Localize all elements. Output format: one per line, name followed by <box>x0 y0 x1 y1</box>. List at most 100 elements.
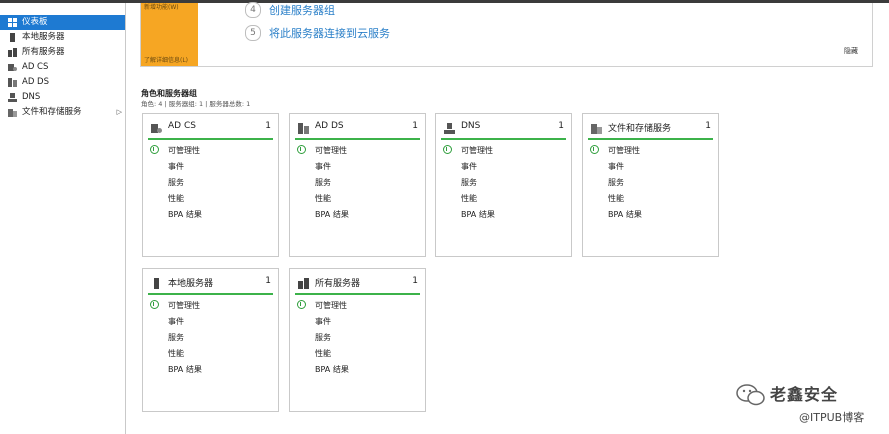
tile-row-manageability[interactable]: 可管理性 <box>315 300 347 311</box>
servers-icon <box>298 278 309 289</box>
tile-title: AD DS <box>315 121 344 131</box>
tile-count: 1 <box>412 121 418 131</box>
tile-row-events[interactable]: 事件 <box>608 161 624 172</box>
servers-icon <box>8 48 17 57</box>
ok-status-icon <box>150 300 159 309</box>
role-tile-all-servers[interactable]: 所有服务器 1 可管理性 事件 服务 性能 BPA 结果 <box>289 268 426 412</box>
tile-row-events[interactable]: 事件 <box>168 316 184 327</box>
tile-row-services[interactable]: 服务 <box>315 177 331 188</box>
tile-row-manageability[interactable]: 可管理性 <box>168 300 200 311</box>
tile-row-performance[interactable]: 性能 <box>608 193 624 204</box>
tile-title: 文件和存储服务 <box>608 124 672 134</box>
status-bar <box>295 138 420 140</box>
tile-count: 1 <box>558 121 564 131</box>
tile-row-manageability[interactable]: 可管理性 <box>461 145 493 156</box>
tile-row-performance[interactable]: 性能 <box>315 193 331 204</box>
step-connect-cloud[interactable]: 5 将此服务器连接到云服务 <box>245 25 390 43</box>
tile-row-bpa[interactable]: BPA 结果 <box>315 364 349 375</box>
tile-row-performance[interactable]: 性能 <box>315 348 331 359</box>
step-label: 创建服务器组 <box>269 4 335 17</box>
sidebar-item-label: 仪表板 <box>22 17 48 27</box>
hide-link[interactable]: 隐藏 <box>844 46 858 56</box>
step-create-server-group[interactable]: 4 创建服务器组 <box>245 2 335 20</box>
adds-icon <box>298 123 309 134</box>
step-number: 5 <box>245 25 261 41</box>
tile-row-events[interactable]: 事件 <box>315 316 331 327</box>
ok-status-icon <box>443 145 452 154</box>
sidebar-item-all-servers[interactable]: 所有服务器 <box>0 45 125 60</box>
sidebar-item-label: 文件和存储服务 <box>22 107 82 117</box>
status-bar <box>148 293 273 295</box>
main-content: 新增功能(W) 了解详细信息(L) 4 创建服务器组 5 将此服务器连接到云服务 隐… <box>127 2 889 434</box>
tile-title: DNS <box>461 121 481 131</box>
adcs-icon <box>151 124 162 133</box>
tile-row-bpa[interactable]: BPA 结果 <box>315 209 349 220</box>
step-number: 4 <box>245 2 261 18</box>
ok-status-icon <box>150 145 159 154</box>
dashboard-icon <box>8 18 17 27</box>
status-bar <box>588 138 713 140</box>
tile-row-manageability[interactable]: 可管理性 <box>315 145 347 156</box>
watermark-brand: 老鑫安全 <box>770 385 839 404</box>
tile-row-events[interactable]: 事件 <box>315 161 331 172</box>
whats-new-panel: 新增功能(W) 了解详细信息(L) <box>141 3 198 66</box>
sidebar-item-adcs[interactable]: AD CS <box>0 60 125 75</box>
expand-arrow-icon[interactable]: ▷ <box>117 105 122 120</box>
ok-status-icon <box>297 300 306 309</box>
tile-row-services[interactable]: 服务 <box>608 177 624 188</box>
status-bar <box>295 293 420 295</box>
file-storage-icon <box>591 124 602 134</box>
tile-row-bpa[interactable]: BPA 结果 <box>168 364 202 375</box>
tile-count: 1 <box>265 121 271 131</box>
role-tile-adds[interactable]: AD DS 1 可管理性 事件 服务 性能 BPA 结果 <box>289 113 426 257</box>
step-label: 将此服务器连接到云服务 <box>269 27 390 40</box>
tile-row-services[interactable]: 服务 <box>461 177 477 188</box>
tile-row-services[interactable]: 服务 <box>168 177 184 188</box>
tile-row-events[interactable]: 事件 <box>461 161 477 172</box>
tile-row-bpa[interactable]: BPA 结果 <box>608 209 642 220</box>
learn-more-link[interactable]: 了解详细信息(L) <box>144 55 188 64</box>
tile-title: 本地服务器 <box>168 279 214 289</box>
tile-row-manageability[interactable]: 可管理性 <box>608 145 640 156</box>
sidebar-item-file-storage[interactable]: 文件和存储服务 ▷ <box>0 105 125 120</box>
tile-row-performance[interactable]: 性能 <box>461 193 477 204</box>
tile-count: 1 <box>265 276 271 286</box>
sidebar-item-dns[interactable]: DNS <box>0 90 125 105</box>
sidebar-item-label: AD CS <box>22 62 49 72</box>
sidebar-item-label: AD DS <box>22 77 50 87</box>
whats-new-link[interactable]: 新增功能(W) <box>144 2 179 11</box>
ok-status-icon <box>590 145 599 154</box>
role-tile-dns[interactable]: DNS 1 可管理性 事件 服务 性能 BPA 结果 <box>435 113 572 257</box>
sidebar-item-dashboard[interactable]: 仪表板 <box>0 15 125 30</box>
dns-icon <box>8 93 17 102</box>
dns-icon <box>444 123 455 134</box>
server-icon <box>154 278 159 289</box>
sidebar-item-local-server[interactable]: 本地服务器 <box>0 30 125 45</box>
role-tile-adcs[interactable]: AD CS 1 可管理性 事件 服务 性能 BPA 结果 <box>142 113 279 257</box>
adds-icon <box>8 78 17 87</box>
tile-row-services[interactable]: 服务 <box>168 332 184 343</box>
tile-row-bpa[interactable]: BPA 结果 <box>461 209 495 220</box>
sidebar-item-label: 所有服务器 <box>22 47 65 57</box>
sidebar-item-label: DNS <box>22 92 41 102</box>
welcome-panel: 新增功能(W) 了解详细信息(L) 4 创建服务器组 5 将此服务器连接到云服务 隐… <box>140 2 873 67</box>
watermark-source: @ITPUB博客 <box>799 411 865 424</box>
tile-title: 所有服务器 <box>315 279 361 289</box>
sidebar: 仪表板 本地服务器 所有服务器 AD CS AD DS DNS 文件和存储服务 … <box>0 3 126 434</box>
tile-row-services[interactable]: 服务 <box>315 332 331 343</box>
tile-count: 1 <box>412 276 418 286</box>
tile-row-performance[interactable]: 性能 <box>168 193 184 204</box>
sidebar-item-adds[interactable]: AD DS <box>0 75 125 90</box>
tile-row-manageability[interactable]: 可管理性 <box>168 145 200 156</box>
tile-row-performance[interactable]: 性能 <box>168 348 184 359</box>
sidebar-item-label: 本地服务器 <box>22 32 65 42</box>
adcs-icon <box>8 64 17 71</box>
section-subtitle: 角色: 4 | 服务器组: 1 | 服务器总数: 1 <box>141 100 251 108</box>
server-icon <box>10 33 15 42</box>
role-tile-file-storage[interactable]: 文件和存储服务 1 可管理性 事件 服务 性能 BPA 结果 <box>582 113 719 257</box>
tile-row-bpa[interactable]: BPA 结果 <box>168 209 202 220</box>
tile-row-events[interactable]: 事件 <box>168 161 184 172</box>
file-storage-icon <box>8 109 17 117</box>
role-tile-local-server[interactable]: 本地服务器 1 可管理性 事件 服务 性能 BPA 结果 <box>142 268 279 412</box>
tile-count: 1 <box>705 121 711 131</box>
